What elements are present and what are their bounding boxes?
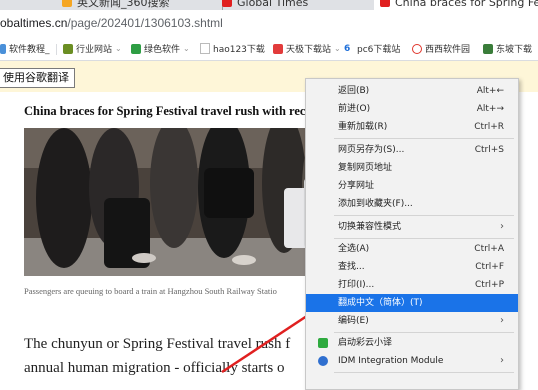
menu-item-back[interactable]: 返回(B) Alt+← <box>306 82 518 100</box>
menu-item-translate-chinese[interactable]: 翻成中文（简体）(T) <box>306 294 518 312</box>
menu-item-add-favorite[interactable]: 添加到收藏夹(F)... <box>306 195 518 213</box>
menu-item-label: 启动彩云小译 <box>338 338 393 348</box>
chevron-right-icon: › <box>500 221 504 232</box>
menu-item-shortcut: Ctrl+F <box>475 262 504 272</box>
menu-item-find[interactable]: 查找... Ctrl+F <box>306 258 518 276</box>
menu-item-forward[interactable]: 前进(O) Alt+→ <box>306 100 518 118</box>
menu-item-label: IDM Integration Module <box>338 356 444 366</box>
menu-item-label: 返回(B) <box>338 86 370 96</box>
menu-item-label: 编码(E) <box>338 316 369 326</box>
menu-item-shortcut: Alt+→ <box>476 104 504 114</box>
idm-icon <box>318 356 328 366</box>
menu-item-label: 查找... <box>338 262 365 272</box>
menu-item-label: 添加到收藏夹(F)... <box>338 199 413 209</box>
menu-item-label: 网页另存为(S)... <box>338 145 405 155</box>
menu-item-reload[interactable]: 重新加载(R) Ctrl+R <box>306 118 518 136</box>
menu-item-shortcut: Ctrl+S <box>474 145 504 155</box>
menu-separator <box>334 238 514 239</box>
chevron-right-icon: › <box>500 315 504 326</box>
menu-item-copy-url[interactable]: 复制网页地址 <box>306 159 518 177</box>
menu-item-label: 全选(A) <box>338 244 370 254</box>
caiyun-icon <box>318 338 328 348</box>
menu-item-shortcut: Alt+← <box>476 86 504 96</box>
menu-item-label: 前进(O) <box>338 104 371 114</box>
menu-separator <box>334 372 514 373</box>
menu-item-label: 打印(I)... <box>338 280 375 290</box>
menu-separator <box>334 138 514 139</box>
menu-item-label: 翻成中文（简体）(T) <box>338 298 423 308</box>
menu-item-label: 重新加载(R) <box>338 122 388 132</box>
menu-item-share-url[interactable]: 分享网址 <box>306 177 518 195</box>
menu-separator <box>334 332 514 333</box>
menu-item-save-as[interactable]: 网页另存为(S)... Ctrl+S <box>306 141 518 159</box>
menu-item-label: 切换兼容性模式 <box>338 222 402 232</box>
menu-item-shortcut: Ctrl+R <box>474 122 504 132</box>
menu-item-select-all[interactable]: 全选(A) Ctrl+A <box>306 240 518 258</box>
menu-item-shortcut: Ctrl+A <box>474 244 504 254</box>
menu-separator <box>334 215 514 216</box>
menu-item-shortcut: Ctrl+P <box>475 280 504 290</box>
menu-item-print[interactable]: 打印(I)... Ctrl+P <box>306 276 518 294</box>
menu-item-label: 复制网页地址 <box>338 163 393 173</box>
context-menu: 返回(B) Alt+← 前进(O) Alt+→ 重新加载(R) Ctrl+R 网… <box>305 78 519 390</box>
menu-item-encoding[interactable]: 编码(E) › <box>306 312 518 330</box>
menu-item-compat-mode[interactable]: 切换兼容性模式 › <box>306 218 518 236</box>
menu-item-idm[interactable]: IDM Integration Module › <box>306 352 518 370</box>
menu-item-caiyun[interactable]: 启动彩云小译 <box>306 334 518 352</box>
chevron-right-icon: › <box>500 355 504 366</box>
menu-item-label: 分享网址 <box>338 181 375 191</box>
